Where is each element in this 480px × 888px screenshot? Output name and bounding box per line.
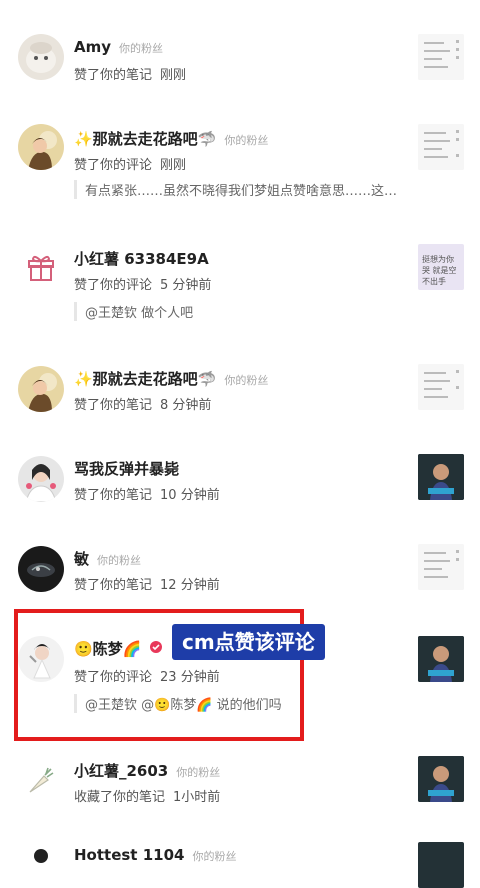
user-name[interactable]: Hottest 1104	[74, 846, 184, 864]
comment-quote: 有点紧张……虽然不晓得我们梦姐点赞啥意思……这…	[74, 180, 405, 199]
timestamp: 8 分钟前	[160, 398, 212, 413]
timestamp: 刚刚	[160, 158, 187, 173]
action-text: 收藏了你的笔记 1小时前	[74, 790, 221, 805]
gift-icon	[28, 255, 54, 281]
avatar[interactable]	[18, 366, 64, 412]
user-name[interactable]: 小红薯 63384E9A	[74, 248, 209, 269]
note-thumbnail[interactable]	[418, 636, 464, 682]
fan-badge: 你的粉丝	[119, 42, 164, 55]
avatar[interactable]	[18, 758, 64, 804]
fan-badge: 你的粉丝	[192, 850, 237, 863]
avatar[interactable]	[18, 246, 64, 292]
note-thumbnail[interactable]: 挺想为你哭 就是空不出手	[418, 244, 464, 290]
user-name[interactable]: 骂我反弹并暴毙	[74, 458, 179, 479]
note-thumbnail[interactable]	[418, 842, 464, 888]
user-name[interactable]: 敏	[74, 548, 89, 569]
user-name[interactable]: ✨那就去走花路吧🦈	[74, 128, 216, 149]
avatar[interactable]	[18, 842, 64, 888]
comment-quote: @王楚钦 做个人吧	[74, 302, 405, 321]
user-name[interactable]: 小红薯_2603	[74, 760, 168, 781]
note-thumbnail[interactable]	[418, 364, 464, 410]
action-text: 赞了你的笔记 8 分钟前	[74, 398, 212, 413]
note-thumbnail[interactable]	[418, 34, 464, 80]
user-name[interactable]: ✨那就去走花路吧🦈	[74, 368, 216, 389]
timestamp: 5 分钟前	[160, 278, 212, 293]
avatar[interactable]	[18, 456, 64, 502]
annotation-callout: cm点赞该评论	[172, 624, 325, 660]
timestamp: 12 分钟前	[160, 578, 220, 593]
note-thumbnail[interactable]	[418, 544, 464, 590]
thumb-text: 挺想为你哭 就是空不出手	[422, 255, 457, 286]
timestamp: 刚刚	[160, 68, 187, 83]
note-thumbnail[interactable]	[418, 124, 464, 170]
fan-badge: 你的粉丝	[224, 374, 269, 387]
timestamp: 1小时前	[173, 790, 221, 805]
user-name[interactable]: Amy	[74, 38, 111, 56]
avatar[interactable]	[18, 124, 64, 170]
timestamp: 10 分钟前	[160, 488, 220, 503]
note-thumbnail[interactable]	[418, 756, 464, 802]
fan-badge: 你的粉丝	[176, 766, 221, 779]
carrot-icon	[29, 767, 54, 793]
action-text: 赞了你的笔记 刚刚	[74, 68, 187, 83]
action-text: 赞了你的评论 刚刚	[74, 158, 187, 173]
action-text: 赞了你的评论 5 分钟前	[74, 278, 212, 293]
action-text: 赞了你的笔记 10 分钟前	[74, 488, 220, 503]
note-thumbnail[interactable]	[418, 454, 464, 500]
fan-badge: 你的粉丝	[224, 134, 269, 147]
avatar[interactable]	[18, 546, 64, 592]
fan-badge: 你的粉丝	[97, 554, 142, 567]
avatar[interactable]	[18, 34, 64, 80]
action-text: 赞了你的笔记 12 分钟前	[74, 578, 220, 593]
